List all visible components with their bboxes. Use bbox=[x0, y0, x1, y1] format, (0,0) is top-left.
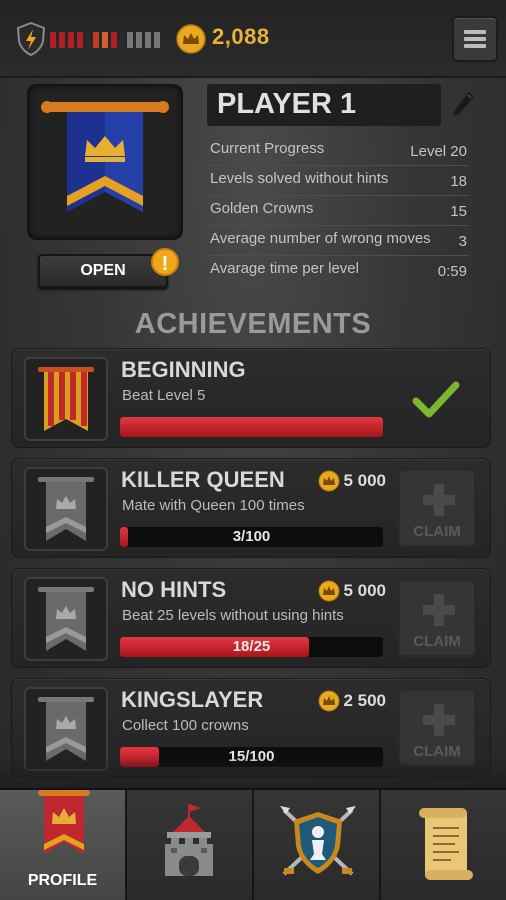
crown-coin-icon bbox=[176, 24, 206, 54]
top-bar: 2,088 bbox=[0, 0, 506, 78]
energy-bar bbox=[50, 32, 160, 48]
progress-fill bbox=[120, 417, 383, 437]
progress-text: 18/25 bbox=[232, 638, 271, 655]
tab-label: PROFILE bbox=[27, 872, 98, 889]
achievement-progress-bar bbox=[120, 417, 383, 437]
stat-label: Levels solved without hints bbox=[210, 170, 389, 187]
scroll-icon bbox=[419, 808, 473, 880]
stat-label: Average number of wrong moves bbox=[210, 230, 431, 247]
stat-row: Avarage time per level 0:59 bbox=[207, 256, 469, 286]
crown-coin-icon bbox=[318, 470, 340, 492]
reward-amount: 5 000 bbox=[343, 471, 386, 490]
reward-amount: 5 000 bbox=[343, 581, 386, 600]
achievement-name: KINGSLAYER bbox=[121, 687, 264, 712]
plus-icon bbox=[423, 484, 455, 516]
stat-row: Levels solved without hints 18 bbox=[207, 166, 469, 196]
achievement-card-no-hints: NO HINTS 5 000 Beat 25 levels without us… bbox=[11, 568, 491, 668]
locked-banner-icon bbox=[38, 587, 94, 651]
player-name: PLAYER 1 bbox=[217, 88, 357, 120]
stat-row: Golden Crowns 15 bbox=[207, 196, 469, 226]
castle-tower-icon bbox=[165, 804, 213, 876]
claim-button[interactable]: CLAIM bbox=[398, 579, 476, 657]
achievement-description: Beat 25 levels without using hints bbox=[122, 607, 344, 624]
achievement-icon-frame bbox=[24, 467, 108, 551]
plus-icon bbox=[423, 594, 455, 626]
stat-value: 3 bbox=[458, 233, 467, 250]
stat-value: 15 bbox=[450, 203, 467, 220]
crown-coin-icon bbox=[318, 690, 340, 712]
stat-value: 18 bbox=[450, 173, 467, 190]
stat-value: Level 20 bbox=[410, 143, 467, 160]
stat-label: Golden Crowns bbox=[210, 200, 314, 217]
claim-label: CLAIM bbox=[413, 633, 461, 650]
achievements-heading: ACHIEVEMENTS bbox=[134, 308, 372, 340]
crown-coin-icon bbox=[318, 580, 340, 602]
striped-banner-icon bbox=[38, 367, 94, 431]
achievement-reward: 2 500 bbox=[318, 689, 386, 713]
achievement-reward: 5 000 bbox=[318, 469, 386, 493]
stat-value: 0:59 bbox=[437, 263, 467, 280]
achievement-reward: 5 000 bbox=[318, 579, 386, 603]
achievement-description: Mate with Queen 100 times bbox=[122, 497, 305, 514]
profile-banner-frame[interactable] bbox=[27, 84, 183, 240]
achievement-icon-frame bbox=[24, 577, 108, 661]
alert-badge: ! bbox=[151, 248, 179, 276]
banner-crown-icon bbox=[38, 790, 90, 854]
achievement-description: Collect 100 crowns bbox=[122, 717, 249, 734]
menu-button[interactable] bbox=[452, 16, 498, 62]
tab-battle[interactable] bbox=[254, 790, 381, 900]
stat-label: Avarage time per level bbox=[210, 260, 359, 277]
tab-levels[interactable] bbox=[127, 790, 254, 900]
stat-label: Current Progress bbox=[210, 140, 325, 157]
shield-lightning-icon bbox=[16, 22, 46, 56]
locked-banner-icon bbox=[38, 477, 94, 541]
hamburger-menu-icon bbox=[464, 30, 486, 34]
coins-counter: 2,088 bbox=[212, 24, 270, 49]
tab-profile[interactable]: PROFILE bbox=[0, 790, 127, 900]
achievement-description: Beat Level 5 bbox=[122, 387, 206, 404]
achievement-name: NO HINTS bbox=[121, 577, 227, 602]
progress-text: 3/100 bbox=[232, 528, 271, 545]
achievement-card-killer-queen: KILLER QUEEN 5 000 Mate with Queen 100 t… bbox=[11, 458, 491, 558]
banner-crown-icon bbox=[41, 101, 169, 212]
achievement-progress-bar: 3/100 bbox=[120, 527, 383, 547]
claim-button[interactable]: CLAIM bbox=[398, 469, 476, 547]
stat-row: Current Progress Level 20 bbox=[207, 136, 469, 166]
achievement-name: BEGINNING bbox=[121, 357, 246, 382]
shield-swords-icon bbox=[280, 806, 356, 876]
claim-label: CLAIM bbox=[413, 523, 461, 540]
stat-row: Average number of wrong moves 3 bbox=[207, 226, 469, 256]
pencil-edit-icon[interactable] bbox=[450, 90, 476, 120]
bottom-tab-bar: PROFILE bbox=[0, 788, 506, 900]
achievement-card-beginning: BEGINNING Beat Level 5 bbox=[11, 348, 491, 448]
player-name-box: PLAYER 1 bbox=[207, 84, 441, 126]
player-stats: Current Progress Level 20 Levels solved … bbox=[207, 136, 469, 286]
checkmark-icon bbox=[412, 381, 460, 418]
achievement-name: KILLER QUEEN bbox=[121, 467, 285, 492]
open-button[interactable]: OPEN bbox=[38, 254, 168, 288]
achievement-progress-bar: 18/25 bbox=[120, 637, 383, 657]
tab-scroll[interactable] bbox=[381, 790, 506, 900]
reward-amount: 2 500 bbox=[343, 691, 386, 710]
achievement-icon-frame bbox=[24, 357, 108, 441]
plus-icon bbox=[423, 704, 455, 736]
